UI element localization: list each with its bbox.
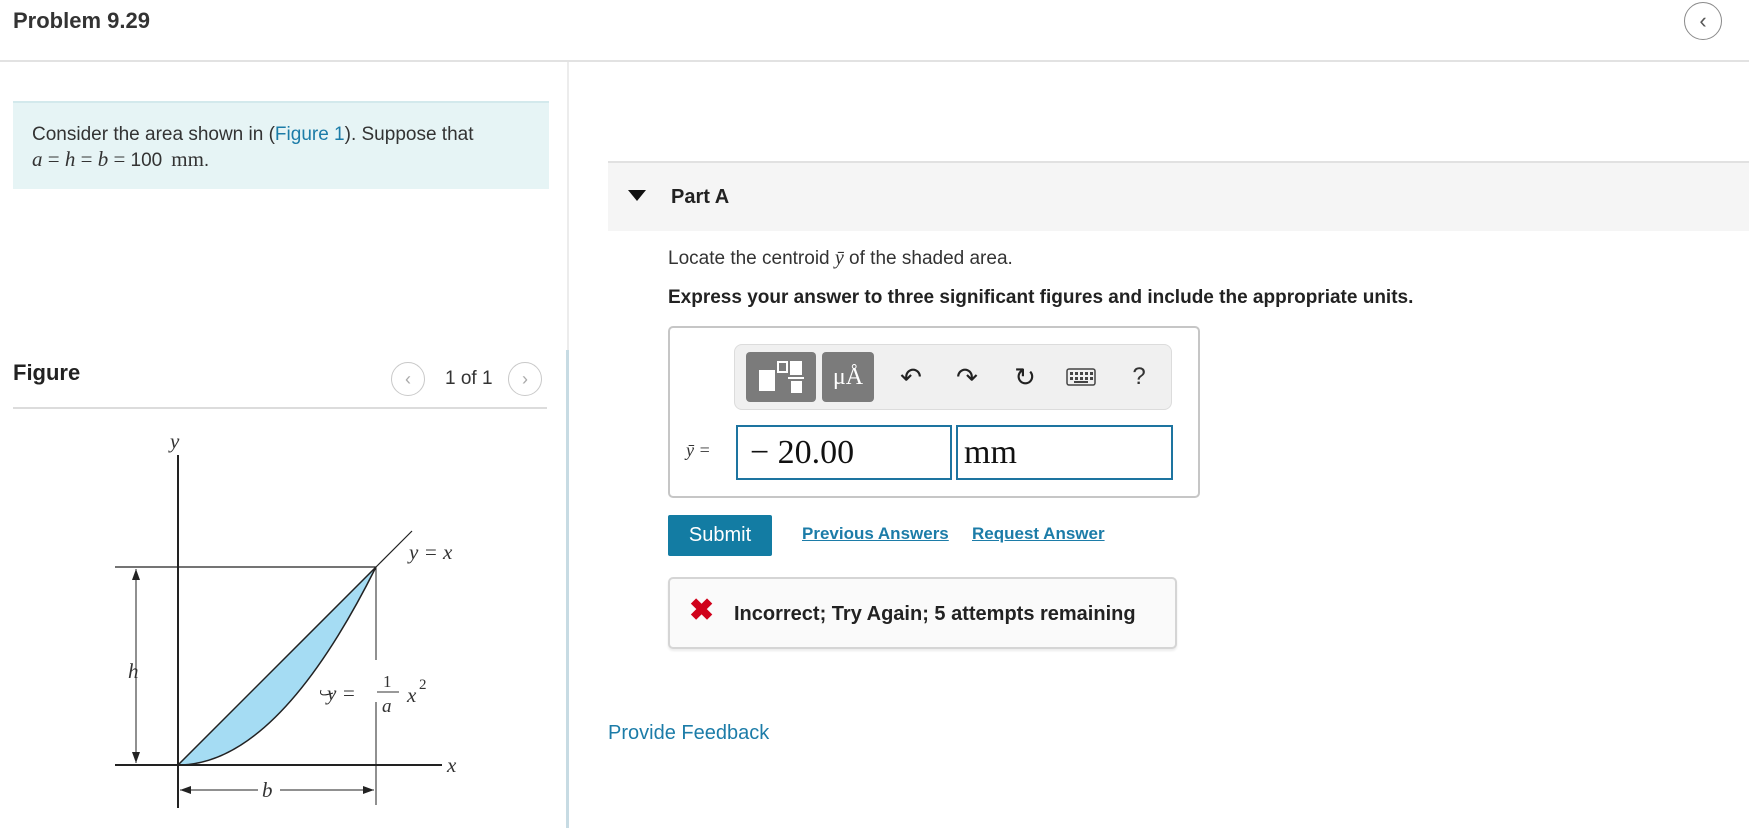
back-button[interactable]: ‹ <box>1684 2 1722 40</box>
figure-diagram[interactable]: y x y = x y = 1 a x 2 h b <box>100 425 500 825</box>
panel-divider-accent <box>566 350 569 828</box>
answer-unit-input[interactable]: mm <box>956 425 1173 480</box>
submit-button[interactable]: Submit <box>668 515 772 556</box>
line-equation-label: y = x <box>407 540 453 564</box>
part-a-header[interactable] <box>608 161 1749 231</box>
figure-link[interactable]: Figure 1 <box>275 124 345 145</box>
shaded-area <box>176 566 377 766</box>
help-label: ? <box>1132 363 1146 390</box>
b-arrow-right <box>363 786 374 794</box>
help-button[interactable]: ? <box>1124 360 1154 394</box>
answer-variable-label: ȳ = <box>686 440 711 460</box>
chevron-left-icon: ‹ <box>1699 8 1707 33</box>
top-bar: Problem 9.29 ‹ <box>0 0 1749 62</box>
redo-button[interactable]: ↷ <box>950 360 984 394</box>
provide-feedback-link[interactable]: Provide Feedback <box>608 722 769 745</box>
h-arrow-top <box>132 569 140 580</box>
keyboard-icon <box>1066 368 1096 386</box>
figure-heading: Figure <box>13 360 81 385</box>
h-arrow-bottom <box>132 752 140 763</box>
chevron-left-icon: ‹ <box>405 368 411 389</box>
answer-instruction: Express your answer to three significant… <box>668 287 1414 308</box>
line-y-equals-x <box>375 530 413 568</box>
figure-next-button[interactable]: › <box>508 362 542 396</box>
curve-exponent: 2 <box>419 677 427 693</box>
b-arrow-left <box>180 786 191 794</box>
intro-sentence: Consider the area shown in (Figure 1). S… <box>32 124 474 145</box>
question-text: Locate the centroid ȳ of the shaded area… <box>668 247 1013 269</box>
reset-button[interactable]: ↻ <box>1008 360 1042 394</box>
figure-divider <box>13 407 547 409</box>
curve-numerator: 1 <box>383 672 392 691</box>
intro-formula: a = h = b = 100 mm. <box>32 147 210 171</box>
problem-title: Problem 9.29 <box>13 8 150 33</box>
b-label: b <box>262 778 273 802</box>
chevron-right-icon: › <box>522 368 528 389</box>
templates-icon <box>759 361 804 393</box>
undo-icon: ↶ <box>900 361 922 392</box>
reset-icon: ↻ <box>1014 361 1036 392</box>
error-x-icon: ✖ <box>689 594 715 627</box>
answer-value-input[interactable]: − 20.00 <box>736 425 952 480</box>
curve-denominator: a <box>382 696 392 717</box>
units-label: μÅ <box>832 363 864 390</box>
curve-x-label: x <box>406 683 417 707</box>
y-axis-label: y <box>168 429 180 453</box>
undo-button[interactable]: ↶ <box>894 360 928 394</box>
figure-prev-button[interactable]: ‹ <box>391 362 425 396</box>
problem-intro: Consider the area shown in (Figure 1). S… <box>13 101 549 189</box>
units-button[interactable]: μÅ <box>822 352 874 402</box>
redo-icon: ↷ <box>956 361 978 392</box>
curve-y-label: y = <box>325 681 356 705</box>
feedback-message: Incorrect; Try Again; 5 attempts remaini… <box>734 603 1136 625</box>
previous-answers-link[interactable]: Previous Answers <box>802 524 949 544</box>
caret-down-icon[interactable] <box>628 190 646 201</box>
x-axis-label: x <box>446 753 457 777</box>
keyboard-button[interactable] <box>1062 362 1100 392</box>
part-a-label: Part A <box>671 186 730 208</box>
templates-button[interactable] <box>746 352 816 402</box>
h-label: h <box>128 659 139 683</box>
request-answer-link[interactable]: Request Answer <box>972 524 1105 544</box>
figure-pager: 1 of 1 <box>445 368 493 389</box>
y-bar-symbol: ȳ <box>834 247 844 269</box>
